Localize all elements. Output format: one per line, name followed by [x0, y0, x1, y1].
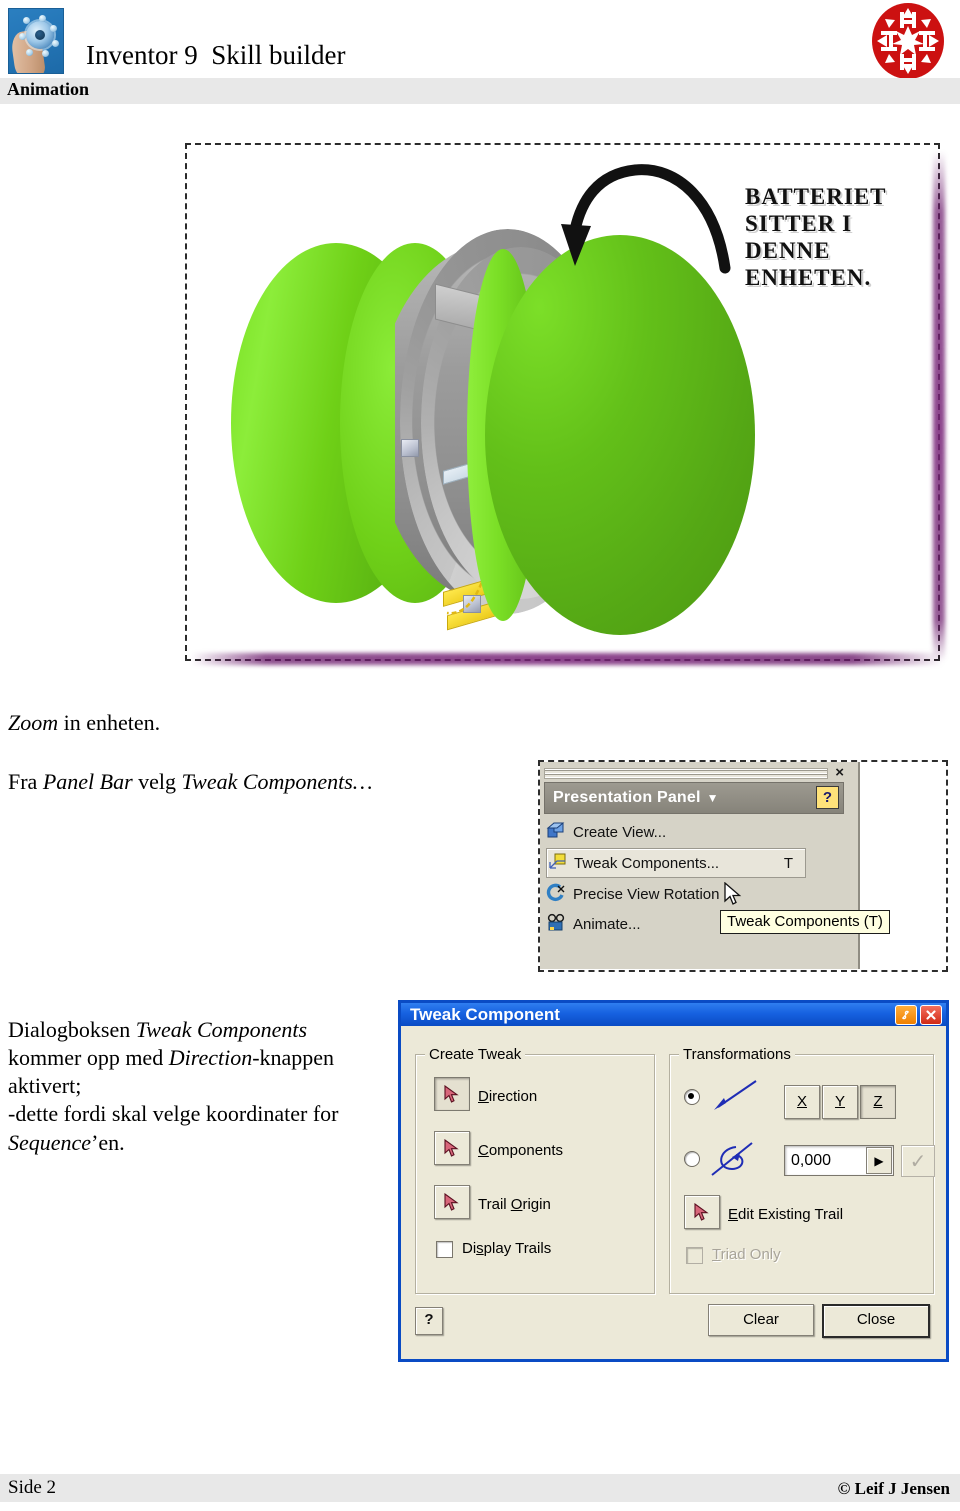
p3-d: -dette fordi skal velge koordinater for: [8, 1101, 339, 1127]
page-title: Inventor 9 Skill builder: [86, 40, 346, 70]
panel-item-tweak-components[interactable]: Tweak Components... T: [546, 848, 806, 878]
rotate-radio[interactable]: [684, 1151, 700, 1167]
axis-z-button[interactable]: Z: [860, 1085, 896, 1119]
page-header: Inventor 9 Skill builder Animation: [0, 0, 960, 104]
display-trails-checkbox[interactable]: [436, 1241, 453, 1258]
tweak-value-input[interactable]: 0,000 ▶: [784, 1145, 894, 1176]
panel-item-create-view[interactable]: Create View...: [546, 818, 790, 846]
tweak-components-icon: [547, 852, 571, 874]
page-number: Side 2: [8, 1477, 57, 1498]
panel-bar-screenshot: × Presentation Panel ▼ ? Create View...: [538, 760, 948, 972]
panel-bar-blank-area: [860, 762, 944, 969]
chevron-down-icon[interactable]: ▼: [707, 791, 719, 806]
arrow-cursor-icon: [443, 1084, 459, 1103]
tweak-value-text: 0,000: [791, 1151, 832, 1169]
p3-italic-sequence: Sequence: [8, 1129, 92, 1155]
create-tweak-group: Create Tweak Direction Components Trail …: [415, 1046, 655, 1294]
paragraph-zoom: Zoom in enheten.: [8, 709, 160, 737]
axis-x-label: X: [796, 1093, 807, 1110]
arrow-cursor-icon: [443, 1192, 459, 1211]
close-icon[interactable]: ×: [835, 764, 844, 781]
animate-icon: [546, 913, 570, 935]
rotate-icon: [711, 1142, 753, 1176]
figure-annotation-line: SITTER I: [745, 211, 853, 237]
panel-item-shortcut: T: [783, 854, 793, 872]
help-icon[interactable]: ?: [415, 1307, 443, 1335]
p2-a: Fra: [8, 769, 43, 794]
trail-origin-button[interactable]: [434, 1185, 470, 1219]
p2-italic-tweak-components: Tweak Components…: [181, 769, 373, 794]
clear-button[interactable]: Clear: [708, 1304, 814, 1336]
close-icon[interactable]: [920, 1005, 942, 1025]
curved-black-arrow: [561, 164, 731, 274]
tooltip: Tweak Components (T): [720, 910, 890, 934]
linear-move-icon: [714, 1080, 757, 1110]
p3-b: kommer opp med: [8, 1045, 169, 1071]
direction-label: Direction: [478, 1088, 538, 1105]
edit-existing-trail-label: Edit Existing Trail: [728, 1206, 844, 1223]
paragraph-dialog: Dialogboksen Tweak Components kommer opp…: [8, 1016, 383, 1157]
display-trails-label: Display Trails: [462, 1240, 552, 1257]
axis-x-button[interactable]: X: [784, 1085, 820, 1119]
panel-item-label: Precise View Rotation: [573, 885, 720, 903]
tweak-component-dialog: Tweak Component Create Tweak Direction C…: [398, 1000, 949, 1362]
axis-y-label: Y: [834, 1093, 845, 1110]
create-tweak-legend: Create Tweak: [425, 1046, 526, 1063]
paragraph-zoom-rest: in enheten.: [58, 710, 161, 735]
presentation-panel-window: × Presentation Panel ▼ ? Create View...: [540, 762, 890, 969]
figure-annotation-line: BATTERIET: [745, 184, 887, 209]
p3-e: ’en.: [91, 1129, 125, 1155]
p3-a: Dialogboksen: [8, 1017, 136, 1042]
presentation-panel-title: Presentation Panel: [553, 789, 701, 806]
components-button[interactable]: [434, 1131, 470, 1165]
help-icon[interactable]: ?: [816, 786, 839, 809]
linear-move-radio[interactable]: [684, 1089, 700, 1105]
create-view-icon: [546, 821, 570, 843]
dialog-titlebar[interactable]: Tweak Component: [398, 1000, 949, 1026]
apply-button[interactable]: ✓: [901, 1145, 935, 1177]
triad-only-checkbox: [686, 1247, 703, 1264]
presentation-panel-titlebar[interactable]: Presentation Panel ▼ ?: [544, 782, 844, 814]
p3-italic-direction: Direction: [168, 1045, 253, 1071]
arrow-cursor-icon: [693, 1202, 709, 1221]
transformations-legend: Transformations: [679, 1046, 795, 1063]
panel-item-label: Tweak Components...: [574, 854, 720, 872]
paragraph-panelbar: Fra Panel Bar velg Tweak Components…: [8, 768, 372, 796]
panel-item-label: Create View...: [573, 823, 667, 841]
edit-existing-trail-button[interactable]: [684, 1195, 720, 1229]
arrow-cursor-icon: [443, 1138, 459, 1157]
figure-annotation-line: DENNE: [745, 238, 831, 264]
dialog-title: Tweak Component: [410, 1004, 560, 1024]
precise-view-rotation-icon: [546, 883, 570, 905]
red-snowflake-logo: [871, 2, 945, 80]
axis-z-label: Z: [873, 1093, 883, 1110]
hand-holding-assembly-photo: [8, 8, 64, 74]
paragraph-zoom-italic: Zoom: [8, 710, 59, 735]
section-bar: [0, 78, 960, 104]
p2-b: velg: [132, 769, 182, 794]
section-title: Animation: [7, 79, 90, 99]
figure-annotation-line: ENHETEN.: [745, 265, 872, 291]
p3-italic-tweak-components: Tweak Components: [135, 1017, 308, 1042]
roll-up-icon[interactable]: [895, 1005, 917, 1025]
panel-item-label: Animate...: [573, 915, 641, 933]
axis-y-button[interactable]: Y: [822, 1085, 858, 1119]
transformations-group: Transformations X Y Z 0,000 ▶ ✓ Edit Exi…: [669, 1046, 935, 1294]
figure-annotation: BATTERIET SITTER I DENNE ENHETEN.: [745, 183, 935, 292]
dialog-window-buttons: [895, 1005, 942, 1025]
trail-origin-label: Trail Origin: [478, 1196, 551, 1213]
close-button[interactable]: Close: [822, 1304, 930, 1338]
page-footer-bar: [0, 1474, 960, 1502]
direction-button[interactable]: [434, 1077, 470, 1111]
triad-only-label: Triad Only: [712, 1246, 781, 1263]
3d-assembly-screenshot: BATTERIET SITTER I DENNE ENHETEN.: [185, 143, 945, 665]
p2-italic-panel-bar: Panel Bar: [42, 769, 133, 794]
mouse-cursor-icon: [724, 882, 742, 905]
value-dropdown-arrow-icon[interactable]: ▶: [866, 1147, 892, 1174]
components-label: Components: [478, 1142, 564, 1159]
copyright: © Leif J Jensen: [837, 1479, 950, 1498]
panel-grip-handle[interactable]: [544, 768, 828, 779]
panel-item-precise-view-rotation[interactable]: Precise View Rotation: [546, 880, 790, 908]
